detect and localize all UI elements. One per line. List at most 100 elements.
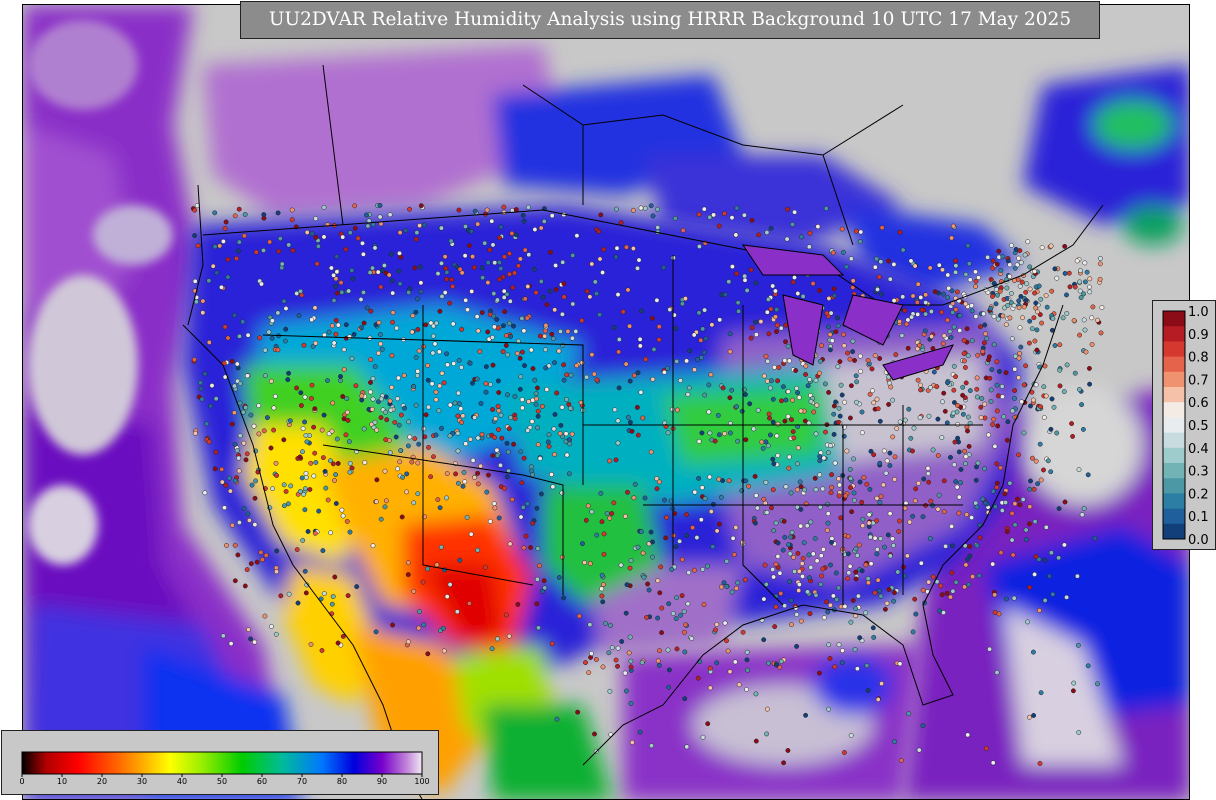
- observation-point: [1077, 279, 1083, 285]
- observation-point: [916, 342, 922, 348]
- observation-point: [706, 382, 712, 388]
- observation-point: [517, 256, 523, 262]
- observation-point: [744, 687, 750, 692]
- observation-point: [286, 370, 292, 376]
- observation-point: [1027, 486, 1033, 492]
- observation-point: [547, 288, 553, 294]
- observation-point: [896, 518, 902, 524]
- observation-point: [640, 415, 646, 421]
- observation-point: [534, 576, 540, 582]
- observation-point: [485, 260, 491, 266]
- observation-point: [509, 497, 515, 502]
- observation-point: [493, 416, 498, 422]
- observation-point: [884, 600, 890, 606]
- observation-point: [1012, 388, 1018, 393]
- observation-point: [325, 378, 330, 384]
- observation-point: [663, 535, 669, 541]
- observation-point: [496, 427, 501, 433]
- observation-point: [677, 538, 683, 544]
- observation-point: [495, 636, 500, 642]
- observation-point: [650, 539, 655, 545]
- observation-point: [694, 535, 700, 541]
- observation-point: [966, 261, 972, 267]
- observation-point: [949, 543, 955, 549]
- observation-point: [303, 470, 309, 476]
- observation-point: [729, 387, 735, 393]
- observation-point: [236, 520, 242, 525]
- observation-point: [518, 514, 524, 520]
- observation-point: [741, 212, 747, 218]
- observation-point: [717, 317, 723, 323]
- observation-point: [835, 364, 841, 370]
- observation-point: [351, 331, 357, 337]
- observation-point: [268, 624, 274, 629]
- observation-point: [829, 484, 835, 490]
- observation-point: [805, 383, 811, 389]
- observation-point: [800, 555, 806, 561]
- observation-point: [232, 383, 237, 389]
- observation-point: [490, 242, 496, 248]
- observation-point: [439, 425, 444, 431]
- observation-point: [813, 377, 819, 383]
- observation-point: [798, 523, 804, 529]
- observation-point: [718, 584, 724, 590]
- observation-point: [472, 415, 478, 420]
- observation-point: [463, 441, 469, 447]
- observation-point: [448, 238, 454, 244]
- observation-point: [798, 408, 804, 414]
- observation-point: [923, 300, 929, 306]
- observation-point: [709, 322, 715, 328]
- observation-point: [842, 399, 848, 405]
- observation-point: [302, 419, 308, 425]
- observation-point: [841, 331, 846, 337]
- observation-point: [747, 401, 753, 407]
- observation-point: [775, 421, 781, 427]
- observation-point: [850, 597, 856, 603]
- observation-point: [773, 314, 778, 320]
- observation-point: [812, 536, 818, 541]
- observation-point: [707, 214, 713, 220]
- observation-point: [1012, 522, 1018, 528]
- observation-point: [319, 648, 325, 653]
- observation-point: [651, 346, 657, 352]
- observation-point: [764, 309, 770, 315]
- observation-point: [229, 358, 235, 364]
- observation-point: [1018, 293, 1024, 299]
- observation-point: [278, 593, 284, 599]
- observation-point: [700, 326, 706, 332]
- observation-point: [774, 307, 780, 313]
- observation-point: [796, 395, 802, 400]
- observation-point: [785, 542, 791, 548]
- observation-point: [344, 409, 350, 415]
- observation-point: [832, 664, 838, 670]
- observation-point: [736, 682, 742, 688]
- observation-point: [753, 738, 759, 744]
- observation-point: [396, 422, 402, 428]
- observation-point: [920, 587, 926, 593]
- observation-point: [977, 324, 983, 330]
- observation-point: [771, 461, 777, 467]
- rh-tick-label: 60: [257, 777, 267, 786]
- observation-point: [659, 605, 665, 611]
- observation-point: [369, 406, 375, 412]
- observation-point: [599, 519, 605, 525]
- observation-point: [373, 629, 379, 635]
- observation-point: [302, 394, 308, 400]
- observation-point: [601, 551, 607, 557]
- observation-point: [311, 473, 317, 479]
- observation-point: [447, 582, 453, 588]
- observation-point: [507, 298, 513, 304]
- observation-point: [1004, 529, 1010, 535]
- observation-point: [707, 685, 713, 691]
- observation-point: [222, 324, 228, 330]
- observation-point: [615, 663, 620, 669]
- observation-point: [543, 365, 549, 371]
- obs-colorbar-swatches: [1162, 310, 1186, 540]
- observation-point: [242, 212, 248, 217]
- observation-point: [734, 205, 740, 211]
- observation-point: [433, 320, 439, 326]
- observation-point: [1057, 383, 1063, 389]
- observation-point: [989, 367, 995, 373]
- observation-point: [334, 436, 340, 442]
- observation-point: [781, 518, 787, 524]
